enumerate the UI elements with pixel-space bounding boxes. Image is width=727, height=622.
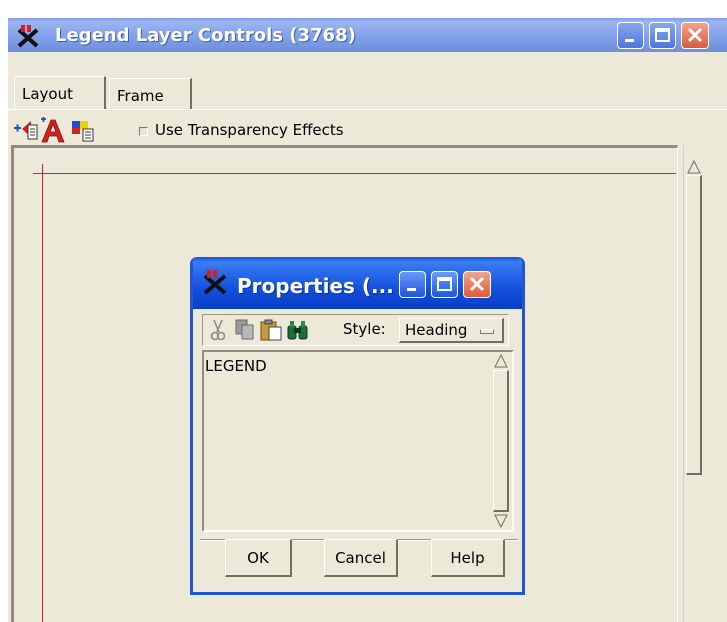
legend-text-editor[interactable]: [202, 350, 514, 532]
vertical-guide-line: [42, 164, 43, 622]
text-style-icon[interactable]: [39, 117, 67, 143]
dropdown-indicator-icon: [480, 329, 494, 334]
properties-dialog: Properties (... Style: Heading LEGEND OK…: [190, 257, 525, 595]
scroll-down-arrow-icon[interactable]: [493, 513, 509, 529]
close-icon: [687, 27, 703, 43]
legend-text-content: LEGEND: [205, 357, 267, 375]
main-window-title: Legend Layer Controls (3768): [55, 25, 356, 46]
scroll-up-arrow-icon[interactable]: [493, 353, 509, 369]
help-button[interactable]: Help: [431, 539, 505, 577]
tab-layout[interactable]: Layout: [14, 76, 106, 110]
editor-scroll-thumb[interactable]: [493, 370, 509, 512]
cut-icon[interactable]: [206, 318, 230, 342]
properties-dialog-title: Properties (...: [237, 274, 394, 298]
transparency-checkbox[interactable]: [139, 127, 148, 136]
tab-strip-divider: [8, 109, 727, 110]
find-icon[interactable]: [286, 318, 310, 342]
horizontal-guide-line: [33, 173, 676, 174]
properties-close-button[interactable]: [463, 271, 491, 298]
style-dropdown-value: Heading: [405, 321, 468, 339]
color-list-icon[interactable]: [71, 119, 97, 143]
tab-frame-label: Frame: [117, 87, 164, 105]
style-label: Style:: [343, 320, 386, 338]
main-title-bar[interactable]: Legend Layer Controls (3768): [8, 18, 727, 52]
tab-frame[interactable]: Frame: [109, 78, 192, 109]
app-logo-icon: [203, 270, 227, 295]
style-dropdown[interactable]: Heading: [399, 318, 504, 343]
minimize-icon: [407, 288, 416, 291]
copy-icon[interactable]: [233, 318, 257, 342]
scroll-up-arrow-icon[interactable]: [686, 159, 702, 175]
properties-minimize-button[interactable]: [399, 271, 426, 298]
tab-layout-label: Layout: [22, 85, 73, 103]
maximize-button[interactable]: [649, 22, 676, 49]
maximize-icon: [437, 277, 452, 291]
minimize-icon: [625, 39, 634, 42]
properties-maximize-button[interactable]: [431, 271, 458, 298]
minimize-button[interactable]: [617, 22, 644, 49]
ok-button[interactable]: OK: [225, 539, 292, 577]
app-logo-icon: [17, 25, 39, 48]
properties-title-bar[interactable]: Properties (...: [193, 257, 522, 309]
canvas-scroll-thumb[interactable]: [686, 175, 702, 475]
cancel-button[interactable]: Cancel: [324, 539, 398, 577]
close-icon: [469, 276, 485, 292]
transparency-checkbox-label: Use Transparency Effects: [155, 121, 344, 139]
add-legend-item-icon[interactable]: [14, 119, 38, 143]
paste-icon[interactable]: [259, 318, 283, 342]
close-button[interactable]: [681, 22, 709, 49]
maximize-icon: [655, 28, 670, 42]
